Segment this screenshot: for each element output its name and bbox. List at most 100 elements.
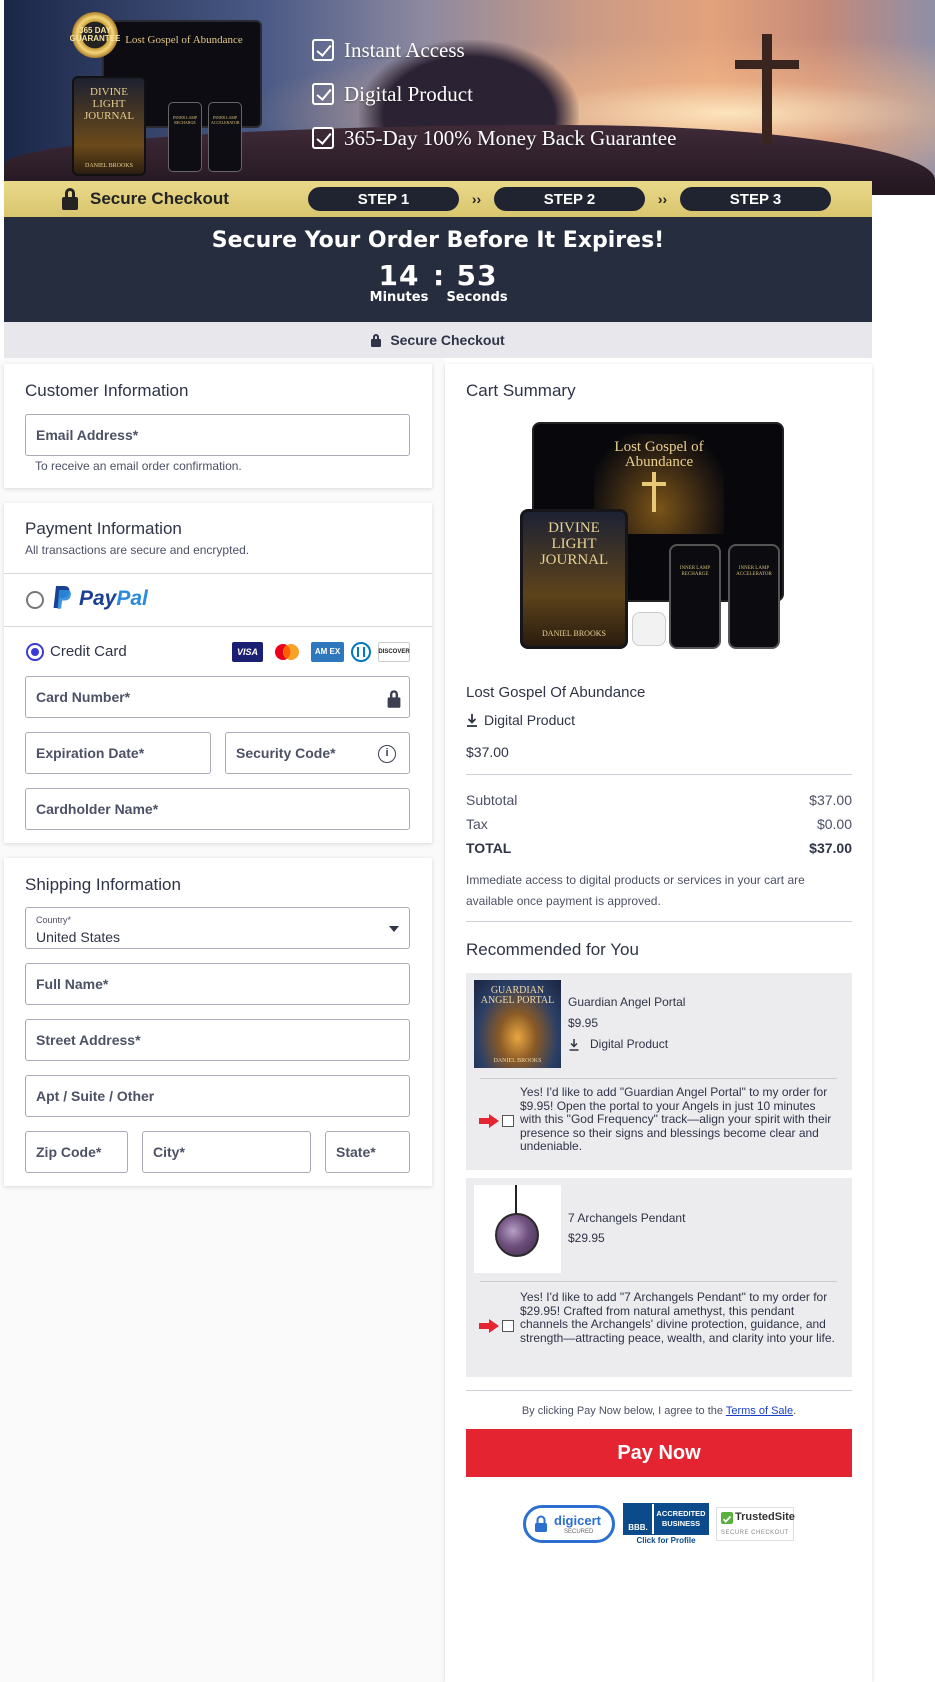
add-guardian-angel-checkbox[interactable] — [502, 1115, 514, 1127]
cart-access-note-line: Immediate access to digital products or … — [466, 873, 805, 887]
terms-notice: By clicking Pay Now below, I agree to th… — [466, 1405, 852, 1417]
divider — [466, 921, 852, 922]
digicert-badge[interactable]: digicert SECURED — [523, 1503, 615, 1545]
subtotal-label: Subtotal — [466, 792, 518, 808]
timer-separator: : — [433, 259, 445, 292]
digicert-badge-frame: digicert SECURED — [523, 1505, 615, 1543]
cart-mockup-book-title: DIVINE LIGHT JOURNAL — [539, 520, 609, 568]
step-2: STEP 2 — [494, 187, 645, 211]
total-row: TOTAL $37.00 — [466, 840, 852, 856]
bbb-click-for-profile: Click for Profile — [636, 1536, 696, 1545]
trustedsite-badge[interactable]: TrustedSite SECURE CHECKOUT — [716, 1503, 795, 1545]
mockup-book: DIVINE LIGHT JOURNAL DANIEL BROOKS — [72, 76, 146, 176]
lock-icon — [534, 1515, 548, 1533]
paypal-radio[interactable] — [26, 591, 44, 609]
paypal-option[interactable]: PayPal — [4, 574, 432, 626]
timer-minutes: 14 Minutes — [365, 259, 433, 305]
checkbox-icon — [312, 83, 334, 105]
discover-icon: DISCOVER — [378, 642, 410, 662]
secure-checkout-strip-text: Secure Checkout — [390, 332, 505, 348]
secure-checkout-text: Secure Checkout — [90, 189, 229, 208]
bbb-badge[interactable]: BBB. ACCREDITED BUSINESS Click for Profi… — [622, 1503, 710, 1545]
state-field[interactable]: State* — [325, 1131, 410, 1173]
card-number-field[interactable]: Card Number* — [25, 676, 410, 718]
email-field[interactable]: Email Address* — [25, 414, 410, 456]
street-address-label: Street Address* — [36, 1032, 141, 1048]
lock-icon — [371, 333, 382, 347]
security-code-field[interactable]: Security Code* i — [225, 732, 410, 774]
step-3: STEP 3 — [680, 187, 831, 211]
apt-suite-label: Apt / Suite / Other — [36, 1088, 155, 1104]
street-address-field[interactable]: Street Address* — [25, 1019, 410, 1061]
security-code-label: Security Code* — [236, 745, 336, 761]
cart-summary-title: Cart Summary — [466, 381, 576, 400]
step-1: STEP 1 — [308, 187, 459, 211]
digicert-sub: SECURED — [564, 1529, 594, 1535]
check-icon — [721, 1512, 733, 1524]
full-name-field[interactable]: Full Name* — [25, 963, 410, 1005]
zip-code-label: Zip Code* — [36, 1144, 102, 1160]
timer-seconds: 53 Seconds — [443, 259, 511, 305]
hero-bullet-text: 365-Day 100% Money Back Guarantee — [344, 125, 677, 150]
mockup-phone-title: INNER LAMP ACCELERATOR — [211, 115, 240, 125]
cross-icon — [642, 482, 666, 486]
download-icon — [466, 713, 478, 727]
subtotal-row: Subtotal $37.00 — [466, 792, 852, 808]
lock-icon — [62, 188, 78, 210]
mockup-monitor-title: Lost Gospel of Abundance — [125, 34, 243, 46]
arrow-right-icon — [479, 1114, 499, 1128]
timer-minutes-label: Minutes — [369, 290, 429, 305]
archangels-pendant-image — [474, 1185, 561, 1273]
recommendation-name: 7 Archangels Pendant — [568, 1211, 686, 1225]
step-arrow-icon: ›› — [657, 191, 668, 207]
terms-of-sale-link[interactable]: Terms of Sale — [726, 1405, 793, 1417]
mockup-book-author: DANIEL BROOKS — [85, 163, 133, 169]
hero-bullets: Instant Access Digital Product 365-Day 1… — [312, 28, 676, 160]
pendant-cord — [515, 1185, 517, 1215]
amex-icon: AM EX — [311, 642, 344, 662]
tax-row: Tax $0.00 — [466, 816, 852, 832]
timer-title: Secure Your Order Before It Expires! — [211, 228, 665, 253]
recommendation-type: Digital Product — [568, 1037, 668, 1051]
cardholder-name-field[interactable]: Cardholder Name* — [25, 788, 410, 830]
cart-mockup-monitor-title: Lost Gospel of Abundance — [614, 439, 704, 470]
cart-mockup-phone: INNER LAMP ACCELERATOR — [728, 544, 780, 649]
timer-minutes-value: 14 — [378, 259, 420, 292]
secure-checkout-label: Secure Checkout — [62, 188, 308, 210]
cart-mockup-book: DIVINE LIGHT JOURNAL DANIEL BROOKS — [520, 509, 628, 649]
cardholder-name-label: Cardholder Name* — [36, 801, 159, 817]
add-archangels-pendant-checkbox[interactable] — [502, 1320, 514, 1332]
cart-mockup-phone-title: INNER LAMP RECHARGE — [679, 566, 711, 577]
info-icon[interactable]: i — [378, 745, 396, 763]
mockup-phone: INNER LAMP ACCELERATOR — [208, 102, 242, 172]
city-field[interactable]: City* — [142, 1131, 311, 1173]
download-icon — [568, 1038, 580, 1051]
pay-now-button[interactable]: Pay Now — [466, 1429, 852, 1477]
divider — [466, 774, 852, 775]
divider — [480, 1078, 837, 1079]
terms-suffix: . — [793, 1405, 797, 1417]
recommendation-type-text: Digital Product — [590, 1037, 669, 1051]
apt-suite-field[interactable]: Apt / Suite / Other — [25, 1075, 410, 1117]
city-label: City* — [153, 1144, 185, 1160]
expiration-date-field[interactable]: Expiration Date* — [25, 732, 211, 774]
cross-icon — [652, 472, 656, 512]
mockup-book-title: DIVINE LIGHT JOURNAL — [83, 86, 135, 122]
mockup-phone-title: INNER LAMP RECHARGE — [172, 115, 198, 125]
hero-bullet: Digital Product — [312, 72, 676, 116]
credit-card-radio[interactable] — [26, 643, 44, 661]
bbb-text: ACCREDITED BUSINESS — [654, 1504, 708, 1534]
country-select[interactable]: Country* United States — [25, 907, 410, 949]
guardian-angel-cover-author: DANIEL BROOKS — [493, 1058, 542, 1064]
tax-label: Tax — [466, 816, 488, 832]
timer-row: 14 Minutes : 53 Seconds — [4, 259, 872, 305]
guardian-angel-cover-title: GUARDIAN ANGEL PORTAL — [480, 985, 555, 1006]
visa-icon: VISA — [232, 642, 263, 662]
zip-code-field[interactable]: Zip Code* — [25, 1131, 128, 1173]
hero-banner: Lost Gospel of Abundance DIVINE LIGHT JO… — [4, 0, 935, 195]
earbuds-image — [632, 612, 666, 646]
guardian-angel-cover-image: GUARDIAN ANGEL PORTAL DANIEL BROOKS — [474, 980, 561, 1068]
cart-mockup-phone-title: INNER LAMP ACCELERATOR — [736, 566, 772, 577]
recommendation-price: $9.95 — [568, 1016, 599, 1030]
total-label: TOTAL — [466, 840, 512, 856]
